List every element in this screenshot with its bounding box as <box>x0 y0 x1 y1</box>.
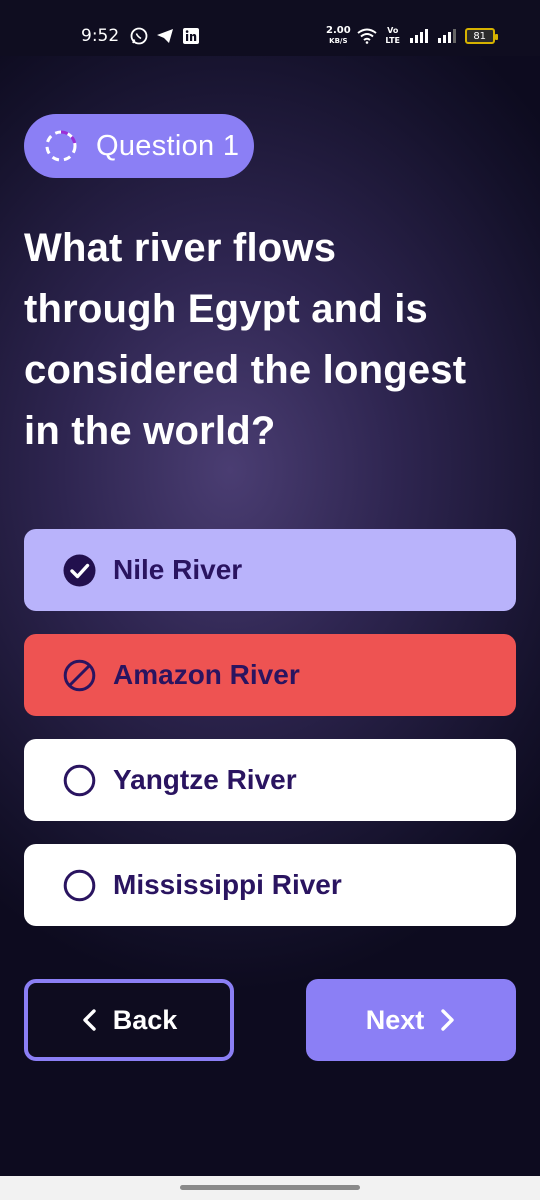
signal-icon <box>409 29 428 43</box>
notification-icons <box>130 27 200 45</box>
home-indicator[interactable] <box>180 1185 360 1190</box>
next-button[interactable]: Next <box>306 979 516 1061</box>
speed-unit: KB/S <box>329 37 348 45</box>
check-circle-icon <box>63 554 96 586</box>
question-number-chip: Question 1 <box>24 114 254 178</box>
battery-level: 81 <box>473 30 487 42</box>
network-speed: 2.00 KB/S <box>326 26 351 46</box>
telegram-icon <box>157 29 173 43</box>
option-label: Yangtze River <box>113 764 297 795</box>
signal-icon <box>437 29 456 43</box>
answer-option-mississippi[interactable]: Mississippi River <box>24 844 516 926</box>
speed-value: 2.00 <box>326 25 351 36</box>
block-icon <box>63 659 96 691</box>
back-button[interactable]: Back <box>24 979 234 1061</box>
status-bar: 9:52 2.00 KB/S Vo LTE 81 <box>0 0 540 56</box>
battery-indicator: 81 <box>464 28 498 44</box>
radio-empty-icon <box>63 869 96 901</box>
system-icons: 2.00 KB/S Vo LTE 81 <box>326 26 498 46</box>
back-button-label: Back <box>112 1004 178 1035</box>
chevron-right-icon <box>441 1009 454 1031</box>
answer-option-yangtze[interactable]: Yangtze River <box>24 739 516 821</box>
radio-empty-icon <box>63 764 96 796</box>
option-label: Nile River <box>113 554 243 585</box>
option-label: Mississippi River <box>113 869 342 900</box>
question-number-label: Question 1 <box>96 129 240 162</box>
next-button-label: Next <box>365 1004 425 1035</box>
status-time: 9:52 <box>81 26 120 46</box>
answer-option-amazon[interactable]: Amazon River <box>24 634 516 716</box>
answer-option-nile[interactable]: Nile River <box>24 529 516 611</box>
option-label: Amazon River <box>113 659 300 690</box>
network-type: Vo LTE <box>385 26 401 45</box>
wifi-icon <box>357 28 377 44</box>
linkedin-icon <box>183 28 199 44</box>
whatsapp-icon <box>130 27 148 45</box>
chevron-left-icon <box>83 1009 96 1031</box>
question-text: What river flows through Egypt and is co… <box>24 226 467 453</box>
progress-spinner-icon <box>45 130 77 162</box>
